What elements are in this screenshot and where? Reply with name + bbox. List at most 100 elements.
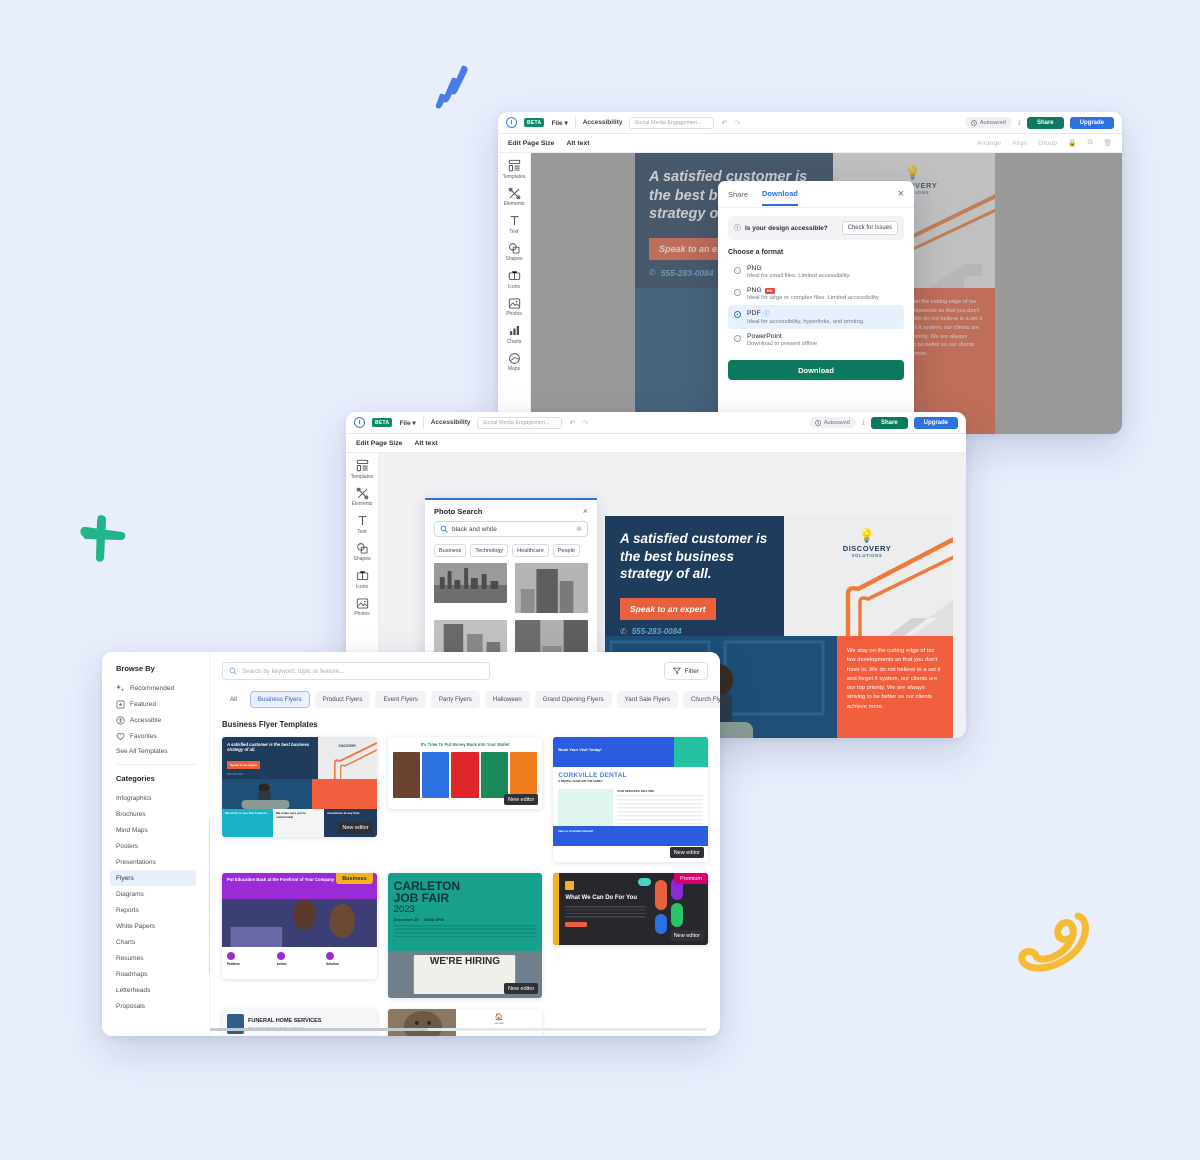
- template-card[interactable]: Book Your Visit Today! CORKVILLE DENTAL …: [553, 737, 708, 862]
- share-button[interactable]: Share: [1026, 116, 1064, 129]
- align-button[interactable]: Align: [1012, 140, 1027, 147]
- alt-text-button[interactable]: Alt text: [414, 440, 437, 447]
- format-option-png[interactable]: PNG Ideal for small files. Limited acces…: [728, 261, 904, 283]
- category-proposals[interactable]: Proposals: [110, 998, 209, 1014]
- filter-button[interactable]: Filter: [663, 662, 708, 680]
- sidebar-item-featured[interactable]: Featured: [116, 696, 209, 712]
- rail-item-shapes[interactable]: Shapes: [498, 242, 530, 262]
- sidebar-item-favorites[interactable]: Favorites: [116, 728, 209, 744]
- download-icon[interactable]: ⤓: [1018, 119, 1021, 127]
- group-button[interactable]: Group: [1038, 140, 1057, 147]
- rail-item-icons[interactable]: Icons: [346, 569, 378, 590]
- template-card[interactable]: It's Time To Put Money Back Into Your Wa…: [387, 737, 543, 809]
- category-white-papers[interactable]: White Papers: [110, 918, 209, 934]
- photo-results-grid[interactable]: [425, 563, 597, 660]
- check-for-issues-button[interactable]: Check for issues: [841, 221, 898, 235]
- category-mind-maps[interactable]: Mind Maps: [110, 822, 209, 838]
- category-flyers[interactable]: Flyers: [110, 870, 196, 886]
- tab-church-flyers[interactable]: Church Flyers: [682, 691, 720, 708]
- tab-download[interactable]: Download: [762, 189, 798, 206]
- chip-healthcare[interactable]: Healthcare: [512, 544, 549, 557]
- rail-item-text[interactable]: Text: [346, 514, 378, 535]
- accessibility-menu[interactable]: Accessibility: [431, 419, 471, 426]
- rail-item-elements[interactable]: Elements: [346, 487, 378, 507]
- accessibility-menu[interactable]: Accessibility: [583, 119, 623, 126]
- template-card[interactable]: What We Can Do For You Premium New edito…: [553, 873, 708, 945]
- category-charts[interactable]: Charts: [110, 934, 209, 950]
- photo-search-input[interactable]: black and white ⊗: [434, 521, 588, 537]
- template-card[interactable]: A satisfied customer is the best busines…: [222, 737, 377, 837]
- browser-main[interactable]: Search by keyword, topic or feature... F…: [210, 652, 720, 1036]
- template-card[interactable]: CARLETON JOB FAIR 2023 December 15 10AM-…: [387, 873, 543, 998]
- category-infographics[interactable]: Infographics: [110, 790, 209, 806]
- radio-powerpoint[interactable]: [734, 335, 741, 342]
- tab-party-flyers[interactable]: Party Flyers: [430, 691, 480, 708]
- chip-technology[interactable]: Technology: [470, 544, 509, 557]
- edit-page-size-button[interactable]: Edit Page Size: [356, 440, 402, 447]
- tab-event-flyers[interactable]: Event Flyers: [375, 691, 426, 708]
- redo-icon[interactable]: ↷: [734, 119, 740, 127]
- undo-icon[interactable]: ↶: [721, 119, 727, 127]
- category-tabs[interactable]: All Business Flyers Product Flyers Event…: [222, 691, 720, 708]
- format-option-pdf[interactable]: PDF ⓘ Ideal for accessibility, hyperlinks…: [728, 305, 904, 329]
- category-reports[interactable]: Reports: [110, 902, 209, 918]
- lock-icon[interactable]: 🔒: [1068, 139, 1076, 147]
- template-card-grid[interactable]: A satisfied customer is the best busines…: [222, 737, 708, 1036]
- rail-item-templates[interactable]: Templates: [346, 459, 378, 480]
- template-card[interactable]: 🏠 pet care HOURS OF OPERATION New editor: [387, 1009, 543, 1036]
- category-roadmaps[interactable]: Roadmaps: [110, 966, 209, 982]
- see-all-templates-link[interactable]: See All Templates: [116, 744, 209, 755]
- rail-item-maps[interactable]: Maps: [498, 352, 530, 372]
- category-diagrams[interactable]: Diagrams: [110, 886, 209, 902]
- tab-share[interactable]: Share: [728, 190, 748, 205]
- tab-product-flyers[interactable]: Product Flyers: [314, 691, 371, 708]
- search-input[interactable]: Search by keyword, topic or feature...: [222, 662, 490, 680]
- redo-icon[interactable]: ↷: [582, 419, 588, 427]
- undo-icon[interactable]: ↶: [569, 419, 575, 427]
- template-card[interactable]: Put Education Back at the Forefront of Y…: [222, 873, 377, 979]
- category-posters[interactable]: Posters: [110, 838, 209, 854]
- clear-icon[interactable]: ⊗: [576, 525, 582, 533]
- radio-pdf[interactable]: [734, 311, 741, 318]
- tool-rail-top-window[interactable]: Templates Elements Text Shapes Icons Pho…: [498, 153, 531, 434]
- close-icon[interactable]: ×: [583, 507, 588, 516]
- modal-tabs[interactable]: Share Download ×: [718, 181, 914, 208]
- format-option-powerpoint[interactable]: PowerPoint Download to present offline: [728, 329, 904, 351]
- category-brochures[interactable]: Brochures: [110, 806, 209, 822]
- sidebar-item-accessible[interactable]: Accessible: [116, 712, 209, 728]
- edit-page-size-button[interactable]: Edit Page Size: [508, 140, 554, 147]
- photo-result[interactable]: [434, 563, 507, 603]
- file-menu[interactable]: File ▾: [399, 419, 415, 427]
- alt-text-button[interactable]: Alt text: [566, 140, 589, 147]
- radio-png[interactable]: [734, 267, 741, 274]
- upgrade-button[interactable]: Upgrade: [913, 416, 958, 429]
- rail-item-charts[interactable]: Charts: [498, 324, 530, 345]
- horizontal-scrollbar[interactable]: [210, 1028, 706, 1031]
- info-icon[interactable]: ⓘ: [764, 309, 770, 318]
- close-icon[interactable]: ×: [898, 188, 904, 200]
- category-letterheads[interactable]: Letterheads: [110, 982, 209, 998]
- tab-halloween[interactable]: Halloween: [484, 691, 530, 708]
- document-title-input[interactable]: Social Media Engagemen...: [477, 416, 563, 429]
- category-presentations[interactable]: Presentations: [110, 854, 209, 870]
- duplicate-icon[interactable]: ⧉: [1088, 139, 1093, 147]
- photo-result[interactable]: [515, 563, 588, 613]
- arrange-button[interactable]: Arrange: [977, 140, 1001, 147]
- format-option-png-hd[interactable]: PNG HD Ideal for large or complex files. …: [728, 283, 904, 305]
- tab-grand-opening-flyers[interactable]: Grand Opening Flyers: [534, 691, 612, 708]
- rail-item-photos[interactable]: Photos: [346, 597, 378, 617]
- tab-business-flyers[interactable]: Business Flyers: [249, 691, 310, 708]
- rail-item-templates[interactable]: Templates: [498, 159, 530, 180]
- photo-search-chips[interactable]: Business Technology Healthcare People: [425, 537, 597, 563]
- chip-people[interactable]: People: [552, 544, 580, 557]
- download-button[interactable]: Download: [728, 360, 904, 380]
- template-browser-window[interactable]: Browse By Recommended Featured Accessibl…: [102, 652, 720, 1036]
- rail-item-icons[interactable]: Icons: [498, 269, 530, 290]
- rail-item-photos[interactable]: Photos: [498, 297, 530, 317]
- rail-item-text[interactable]: Text: [498, 214, 530, 235]
- chip-business[interactable]: Business: [434, 544, 467, 557]
- category-resumes[interactable]: Resumes: [110, 950, 209, 966]
- browser-sidebar[interactable]: Browse By Recommended Featured Accessibl…: [102, 652, 211, 1036]
- file-menu[interactable]: File ▾: [551, 119, 567, 127]
- document-title-input[interactable]: Social Media Engagemen...: [629, 116, 715, 129]
